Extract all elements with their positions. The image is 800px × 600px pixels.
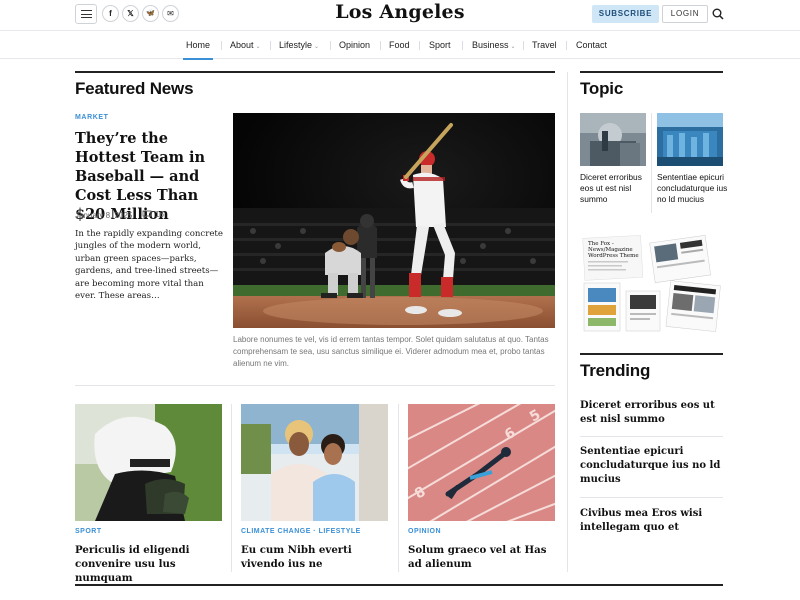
nav-label: Home: [186, 40, 211, 50]
trending-item[interactable]: Civibus mea Eros wisi intellegam quo et: [580, 507, 723, 535]
topic-image[interactable]: [580, 113, 646, 166]
comment-icon: [142, 210, 152, 219]
nav-item-travel[interactable]: Travel: [532, 31, 557, 59]
divider: [580, 497, 723, 498]
section-rule: [580, 71, 723, 73]
column-divider: [567, 72, 568, 572]
nav-item-sport[interactable]: Sport: [429, 31, 451, 59]
divider: [651, 113, 652, 213]
trending-item[interactable]: Diceret erroribus eos ut est nisl summo: [580, 399, 723, 427]
card-image-sport[interactable]: [75, 404, 222, 521]
section-rule: [75, 584, 723, 586]
lead-comments[interactable]: 16: [142, 210, 164, 219]
chevron-down-icon: ⌄: [255, 44, 261, 50]
topic-title[interactable]: Diceret erroribus eos ut est nisl summo: [580, 172, 652, 205]
couple-photo: [241, 404, 388, 521]
nav-label: Lifestyle: [279, 40, 313, 50]
login-button[interactable]: LOGIN: [662, 5, 708, 23]
card-title[interactable]: Eu cum Nibh everti vivendo ius ne: [241, 543, 391, 571]
nav-item-business[interactable]: Business ⌄: [472, 31, 516, 59]
nav-item-food[interactable]: Food: [389, 31, 410, 59]
refinery-photo: [657, 113, 723, 166]
card-title[interactable]: Periculis id eligendi convenire usu lus …: [75, 543, 225, 585]
theme-promo-image[interactable]: The Fox - News/Magazine WordPress Theme: [580, 233, 723, 338]
divider: [398, 404, 399, 572]
nav-divider: [419, 41, 420, 50]
featured-news-heading: Featured News: [75, 79, 194, 98]
card-image-opinion[interactable]: 5 6 8: [408, 404, 555, 521]
main-navigation: Home About ⌄ Lifestyle ⌄ Opinion Food Spor…: [0, 30, 800, 60]
nav-item-lifestyle[interactable]: Lifestyle ⌄: [279, 31, 319, 59]
trending-item[interactable]: Sententiae epicuri concludaturque ius no…: [580, 445, 723, 487]
lead-image-baseball[interactable]: [233, 113, 555, 328]
card-image-climate[interactable]: [241, 404, 388, 521]
nav-item-home[interactable]: Home: [182, 31, 214, 60]
nav-item-about[interactable]: About ⌄: [230, 31, 261, 59]
lead-date: January 8, 2025: [75, 211, 133, 220]
promo-line: WordPress Theme: [588, 253, 639, 259]
nav-divider: [330, 41, 331, 50]
nav-divider: [221, 41, 222, 50]
nav-item-opinion[interactable]: Opinion: [339, 31, 370, 59]
lead-excerpt: In the rapidly expanding concrete jungle…: [75, 229, 223, 302]
nav-label: Business: [472, 40, 509, 50]
football-photo: [75, 404, 222, 521]
nav-label: Food: [389, 40, 410, 50]
nav-label: Travel: [532, 40, 557, 50]
industrial-photo: [580, 113, 646, 166]
comment-count: 16: [155, 210, 164, 219]
track-runner-photo: 5 6 8: [408, 404, 555, 521]
nav-item-contact[interactable]: Contact: [576, 31, 607, 59]
divider: [580, 436, 723, 437]
baseball-photo: [233, 113, 555, 328]
top-bar: f 𝕏 🦋 ✉ Los Angeles SUBSCRIBE LOGIN: [0, 0, 800, 30]
magazine-collage: The Fox - News/Magazine WordPress Theme: [580, 233, 723, 338]
topic-heading: Topic: [580, 79, 624, 98]
chevron-down-icon: ⌄: [510, 44, 516, 50]
nav-divider: [270, 41, 271, 50]
card-category[interactable]: CLIMATE CHANGE · LIFESTYLE: [241, 528, 361, 535]
nav-divider: [566, 41, 567, 50]
nav-divider: [523, 41, 524, 50]
nav-label: Opinion: [339, 40, 371, 50]
nav-divider: [462, 41, 463, 50]
chevron-down-icon: ⌄: [314, 44, 320, 50]
nav-label: Contact: [576, 40, 608, 50]
card-category[interactable]: SPORT: [75, 528, 102, 535]
topic-title[interactable]: Sententiae epicuri concludaturque ius no…: [657, 172, 729, 205]
nav-label: About: [230, 40, 254, 50]
lead-category[interactable]: MARKET: [75, 114, 109, 121]
nav-divider: [380, 41, 381, 50]
divider: [75, 385, 555, 386]
card-category[interactable]: OPINION: [408, 528, 441, 535]
lead-image-caption: Labore nonumes te vel, vis id errem tant…: [233, 335, 549, 368]
divider: [231, 404, 232, 572]
nav-label: Sport: [429, 40, 451, 50]
topic-image[interactable]: [657, 113, 723, 166]
trending-heading: Trending: [580, 361, 651, 380]
section-rule: [75, 71, 555, 73]
card-title[interactable]: Solum graeco vel at Has ad alienum: [408, 543, 558, 571]
search-icon[interactable]: [712, 8, 724, 20]
subscribe-button[interactable]: SUBSCRIBE: [592, 5, 659, 23]
section-rule: [580, 353, 723, 355]
